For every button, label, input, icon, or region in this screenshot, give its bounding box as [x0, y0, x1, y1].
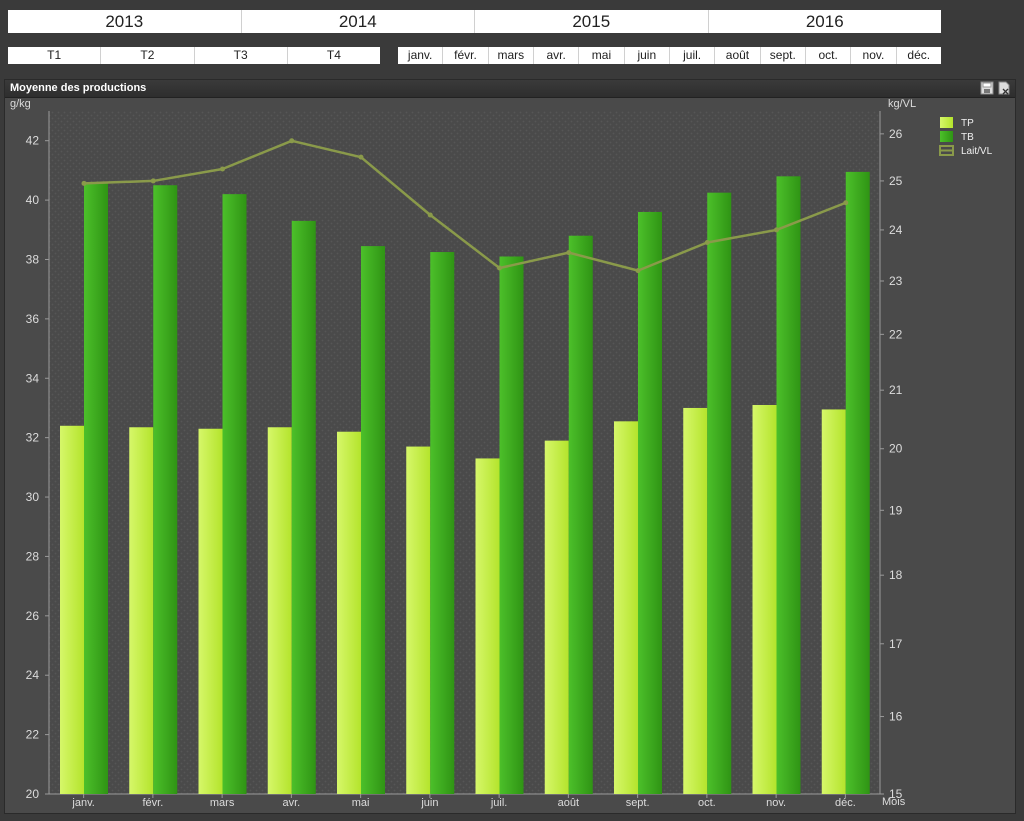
bar-tp-3 — [267, 427, 292, 794]
point-lait-vl-0 — [81, 180, 87, 186]
y-tick-right-label: 15 — [889, 787, 903, 801]
bar-tb-1 — [153, 185, 178, 794]
y-tick-right-label: 16 — [889, 710, 903, 724]
x-tick-label: août — [558, 797, 579, 809]
bar-tp-4 — [337, 431, 361, 794]
y-tick-right-label: 22 — [889, 327, 903, 341]
legend-label: TB — [961, 132, 974, 143]
bar-tb-4 — [361, 246, 385, 794]
point-lait-vl-10 — [774, 227, 779, 233]
bar-tb-9 — [707, 192, 732, 795]
bar-tp-0 — [60, 425, 84, 794]
x-tick-label: juin — [420, 797, 438, 809]
x-tick-label: sept. — [626, 797, 650, 809]
bar-tb-11 — [845, 171, 870, 794]
legend-swatch-tp — [940, 117, 953, 128]
x-tick-label: mai — [352, 797, 370, 809]
x-tick-label: avr. — [283, 797, 301, 809]
bar-tb-5 — [430, 252, 455, 795]
y-tick-right-label: 25 — [889, 174, 903, 188]
point-lait-vl-11 — [843, 200, 849, 206]
bar-tp-5 — [406, 446, 431, 794]
point-lait-vl-4 — [358, 154, 364, 160]
y-tick-left-label: 24 — [26, 668, 40, 682]
y-axis-right-title: kg/VL — [888, 98, 916, 110]
x-tick-label: juil. — [490, 797, 508, 809]
bar-tb-10 — [776, 176, 801, 794]
legend-label: Lait/VL — [961, 146, 993, 157]
x-tick-label: janv. — [71, 797, 94, 809]
y-tick-left-label: 26 — [26, 609, 40, 623]
bar-tb-0 — [84, 182, 108, 795]
y-tick-right-label: 21 — [889, 383, 903, 397]
point-lait-vl-7 — [566, 250, 572, 256]
point-lait-vl-6 — [497, 265, 502, 271]
y-tick-right-label: 23 — [889, 274, 903, 288]
y-tick-right-label: 17 — [889, 637, 903, 651]
point-lait-vl-1 — [150, 178, 156, 184]
bar-tb-7 — [568, 235, 593, 794]
y-tick-left-label: 28 — [26, 549, 40, 563]
y-tick-left-label: 20 — [26, 787, 40, 801]
point-lait-vl-5 — [427, 212, 433, 218]
bar-tp-8 — [614, 421, 638, 794]
bar-tp-10 — [752, 404, 777, 794]
production-chart: g/kg kg/VL Mois 202224262830323436384042… — [10, 98, 993, 809]
y-tick-left-label: 40 — [26, 193, 40, 207]
y-tick-right-label: 19 — [889, 503, 903, 517]
point-lait-vl-9 — [704, 239, 710, 245]
x-tick-label: déc. — [835, 797, 856, 809]
y-tick-left-label: 38 — [26, 252, 40, 266]
bar-tb-3 — [291, 220, 316, 795]
y-tick-left-label: 42 — [26, 134, 40, 148]
y-tick-right-label: 20 — [889, 442, 903, 456]
point-lait-vl-3 — [289, 138, 295, 144]
y-axis-left-title: g/kg — [10, 98, 31, 110]
y-tick-left-label: 22 — [26, 728, 40, 742]
x-tick-label: mars — [210, 797, 235, 809]
x-tick-label: nov. — [766, 797, 786, 809]
bar-tp-7 — [544, 440, 569, 794]
x-tick-label: oct. — [698, 797, 716, 809]
point-lait-vl-8 — [635, 268, 641, 274]
bar-tb-2 — [222, 194, 247, 794]
y-tick-left-label: 30 — [26, 490, 40, 504]
x-tick-label: févr. — [142, 797, 163, 809]
bar-tp-6 — [475, 458, 500, 794]
legend-label: TP — [961, 118, 974, 129]
bar-tb-8 — [638, 211, 662, 794]
bar-tp-11 — [821, 409, 846, 794]
y-tick-right-label: 26 — [889, 127, 903, 141]
y-tick-left-label: 32 — [26, 431, 40, 445]
y-tick-left-label: 36 — [26, 312, 40, 326]
point-lait-vl-2 — [220, 166, 225, 172]
y-tick-right-label: 18 — [889, 568, 903, 582]
legend: TP TB Lait/VL — [939, 117, 993, 157]
bar-tp-1 — [129, 427, 154, 794]
y-tick-right-label: 24 — [889, 223, 903, 237]
bar-tp-2 — [198, 428, 223, 794]
legend-swatch-tb — [940, 131, 953, 142]
bar-tb-6 — [499, 256, 524, 795]
bar-tp-9 — [683, 407, 708, 794]
y-tick-left-label: 34 — [26, 371, 40, 385]
